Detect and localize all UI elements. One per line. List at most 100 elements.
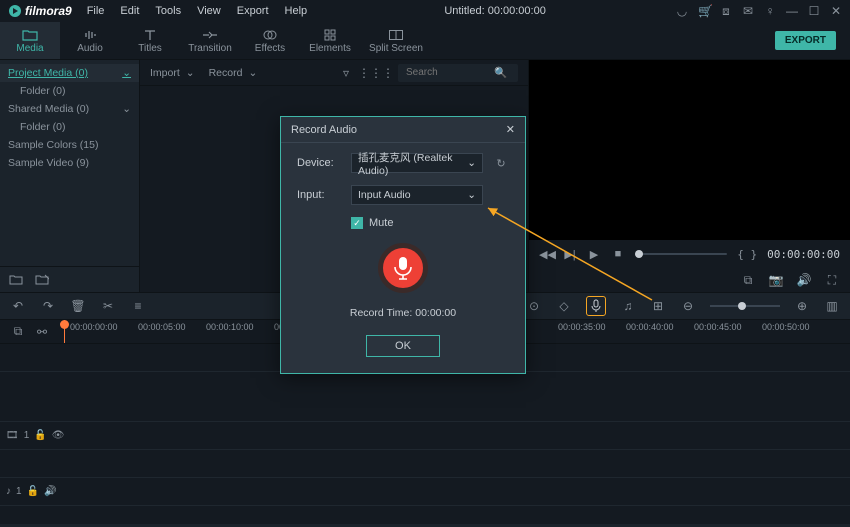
audio-mixer-icon[interactable]: ♫	[620, 298, 636, 314]
tab-effects[interactable]: Effects	[240, 22, 300, 59]
tab-media[interactable]: Media	[0, 22, 60, 59]
menu-help[interactable]: Help	[278, 3, 315, 19]
render-icon[interactable]: ⊙	[526, 298, 542, 314]
lock-icon[interactable]: 🔓	[27, 486, 39, 497]
cut-icon[interactable]: ✂	[100, 298, 116, 314]
step-back-icon[interactable]: ▶|	[563, 248, 577, 261]
zoom-in-icon[interactable]: ⊕	[794, 298, 810, 314]
zoom-out-icon[interactable]: ⊖	[680, 298, 696, 314]
link-icon[interactable]: ⚯	[34, 324, 50, 340]
minimize-icon[interactable]: —	[786, 5, 798, 17]
refresh-devices-icon[interactable]: ↻	[493, 157, 509, 170]
ruler-tick: 00:00:45:00	[694, 322, 742, 332]
cart-icon[interactable]: 🛒	[698, 5, 710, 17]
preview-scrubber[interactable]	[635, 253, 727, 255]
snapshot-icon[interactable]: 📷	[768, 272, 784, 288]
add-marker-icon[interactable]: ⊞	[650, 298, 666, 314]
device-select[interactable]: 插孔麦克风 (Realtek Audio) ⌄	[351, 153, 483, 173]
app-logo: filmora9	[8, 4, 72, 18]
search-icon: 🔍	[494, 66, 507, 79]
sidebar-item-sample-video[interactable]: Sample Video (9)	[0, 154, 139, 172]
fullscreen-icon[interactable]: ⛶	[824, 272, 840, 288]
record-time: Record Time: 00:00:00	[297, 307, 509, 319]
new-folder-icon[interactable]	[8, 272, 24, 288]
video-track[interactable]: 🎞 1 🔓 👁	[0, 422, 850, 450]
zoom-slider[interactable]	[710, 305, 780, 307]
effects-icon	[263, 28, 277, 42]
user-icon[interactable]: ◡	[676, 5, 688, 17]
tab-elements-label: Elements	[309, 43, 351, 54]
audio-track[interactable]: ♪ 1 🔓 🔊	[0, 478, 850, 506]
record-voiceover-button[interactable]	[586, 296, 606, 316]
ruler-tick: 00:00:50:00	[762, 322, 810, 332]
speaker-icon[interactable]: 🔊	[44, 486, 56, 497]
timeline-options-icon[interactable]: ⧉	[10, 324, 26, 340]
menu-tools[interactable]: Tools	[148, 3, 188, 19]
stop-icon[interactable]: ■	[611, 248, 625, 260]
play-icon[interactable]: ▶	[587, 248, 601, 261]
marker-icon[interactable]: ◇	[556, 298, 572, 314]
delete-folder-icon[interactable]	[34, 272, 50, 288]
tab-effects-label: Effects	[255, 43, 285, 54]
ruler-tick: 00:00:00:00	[70, 322, 118, 332]
sidebar-item-label: Project Media (0)	[8, 67, 88, 79]
record-button[interactable]	[378, 243, 428, 293]
tab-audio[interactable]: Audio	[60, 22, 120, 59]
playhead[interactable]	[64, 320, 65, 343]
tab-split-screen[interactable]: Split Screen	[360, 22, 432, 59]
sidebar-item-folder-2[interactable]: Folder (0)	[0, 118, 139, 136]
edit-tools-icon[interactable]: ≡	[130, 298, 146, 314]
audio-icon	[83, 28, 97, 42]
device-value: 插孔麦克风 (Realtek Audio)	[358, 150, 467, 177]
search-input[interactable]	[404, 66, 494, 79]
lock-icon[interactable]: 🔓	[34, 430, 46, 441]
close-icon[interactable]: ✕	[830, 5, 842, 17]
menu-edit[interactable]: Edit	[113, 3, 146, 19]
menu-view[interactable]: View	[190, 3, 228, 19]
sidebar-item-project-media[interactable]: Project Media (0) ⌄	[0, 64, 139, 82]
tab-elements[interactable]: Elements	[300, 22, 360, 59]
redo-icon[interactable]: ↷	[40, 298, 56, 314]
record-time-value: 00:00:00	[415, 307, 456, 319]
menu-file[interactable]: File	[80, 3, 112, 19]
elements-icon	[324, 28, 336, 42]
undo-icon[interactable]: ↶	[10, 298, 26, 314]
film-icon: 🎞	[6, 430, 19, 441]
delete-icon[interactable]: 🗑	[70, 298, 86, 314]
import-dropdown[interactable]: Import⌄	[150, 67, 195, 79]
record-dropdown[interactable]: Record⌄	[209, 67, 258, 79]
tab-titles[interactable]: Titles	[120, 22, 180, 59]
quality-icon[interactable]: ⧉	[740, 272, 756, 288]
chevron-down-icon: ⌄	[122, 67, 131, 79]
tab-transition-label: Transition	[188, 43, 232, 54]
zoom-fit-icon[interactable]: ▥	[824, 298, 840, 314]
input-select[interactable]: Input Audio ⌄	[351, 185, 483, 205]
volume-icon[interactable]: 🔊	[796, 272, 812, 288]
track-row[interactable]	[0, 450, 850, 478]
transition-icon	[202, 28, 218, 42]
sidebar-item-sample-colors[interactable]: Sample Colors (15)	[0, 136, 139, 154]
ok-button[interactable]: OK	[366, 335, 440, 357]
chevron-down-icon: ⌄	[186, 67, 195, 79]
mute-checkbox[interactable]: ✓ Mute	[351, 217, 509, 229]
maximize-icon[interactable]: ☐	[808, 5, 820, 17]
close-dialog-icon[interactable]: ✕	[506, 123, 515, 136]
preview-screen[interactable]	[529, 60, 850, 240]
export-button[interactable]: EXPORT	[775, 31, 836, 50]
sidebar-item-label: Shared Media (0)	[8, 103, 89, 115]
ruler-tick: 00:00:40:00	[626, 322, 674, 332]
input-value: Input Audio	[358, 189, 411, 201]
chevron-down-icon: ⌄	[467, 157, 476, 169]
menu-export[interactable]: Export	[230, 3, 276, 19]
filter-icon[interactable]: ▿	[338, 65, 354, 81]
search-box[interactable]: 🔍	[398, 64, 518, 82]
info-icon[interactable]: ♀	[764, 5, 776, 17]
tab-transition[interactable]: Transition	[180, 22, 240, 59]
ruler-tick: 00:00:35:00	[558, 322, 606, 332]
grid-view-icon[interactable]: ⋮⋮⋮	[368, 65, 384, 81]
mail-icon[interactable]: ✉	[742, 5, 754, 17]
sidebar-item-folder-1[interactable]: Folder (0)	[0, 82, 139, 100]
sidebar-item-shared-media[interactable]: Shared Media (0)⌄	[0, 100, 139, 118]
bell-icon[interactable]: ⧈	[720, 5, 732, 17]
prev-frame-icon[interactable]: ◀◀	[539, 248, 553, 261]
